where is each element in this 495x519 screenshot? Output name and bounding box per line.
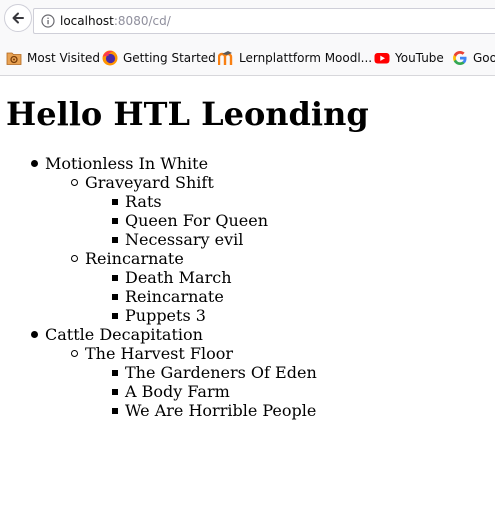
youtube-icon	[374, 53, 390, 64]
band-name: Cattle Decapitation	[45, 325, 203, 344]
track-name: Reincarnate	[125, 287, 224, 306]
back-button[interactable]	[4, 4, 32, 32]
track-name: Queen For Queen	[125, 211, 269, 230]
moodle-icon	[218, 51, 233, 65]
track-name: Rats	[125, 192, 162, 211]
track-name: Necessary evil	[125, 230, 244, 249]
bookmark-label: YouTube	[395, 51, 444, 65]
track-name: Puppets 3	[125, 306, 206, 325]
square-bullet	[112, 199, 118, 205]
circle-bullet	[71, 255, 78, 262]
square-bullet	[112, 275, 118, 281]
circle-bullet	[71, 350, 78, 357]
square-bullet	[112, 237, 118, 243]
url-path: :8080/cd/	[113, 14, 171, 28]
bookmark-label: Lernplattform Moodl...	[239, 51, 373, 65]
info-icon[interactable]	[41, 14, 55, 28]
track-name: Death March	[125, 268, 232, 287]
bookmarks-toolbar: Most Visited Getting Started Lernplattfo…	[0, 40, 495, 76]
arrow-left-icon	[12, 12, 24, 24]
google-icon	[453, 51, 467, 65]
square-bullet	[112, 218, 118, 224]
page-title: Hello HTL Leonding	[6, 95, 369, 133]
track-name: A Body Farm	[125, 382, 230, 401]
square-bullet	[112, 294, 118, 300]
bookmark-label: Most Visited	[27, 51, 101, 65]
firefox-icon	[102, 50, 118, 66]
url-bar[interactable]: localhost:8080/cd/	[33, 8, 495, 34]
folder-gear-icon	[6, 52, 22, 65]
album-name: Graveyard Shift	[85, 173, 214, 192]
browser-toolbar: localhost:8080/cd/	[0, 0, 495, 40]
album-name: The Harvest Floor	[85, 344, 234, 363]
url-text[interactable]: localhost:8080/cd/	[60, 13, 171, 29]
track-name: The Gardeners Of Eden	[125, 363, 317, 382]
square-bullet	[112, 370, 118, 376]
disc-bullet	[31, 331, 38, 338]
track-name: We Are Horrible People	[125, 401, 317, 420]
url-host: localhost	[60, 14, 114, 28]
disc-bullet	[31, 160, 38, 167]
album-name: Reincarnate	[85, 249, 184, 268]
band-name: Motionless In White	[45, 154, 209, 173]
square-bullet	[112, 408, 118, 414]
circle-bullet	[71, 179, 78, 186]
bookmark-label: Getting Started	[123, 51, 216, 65]
square-bullet	[112, 389, 118, 395]
square-bullet	[112, 313, 118, 319]
bookmark-label: Goo	[473, 51, 495, 65]
